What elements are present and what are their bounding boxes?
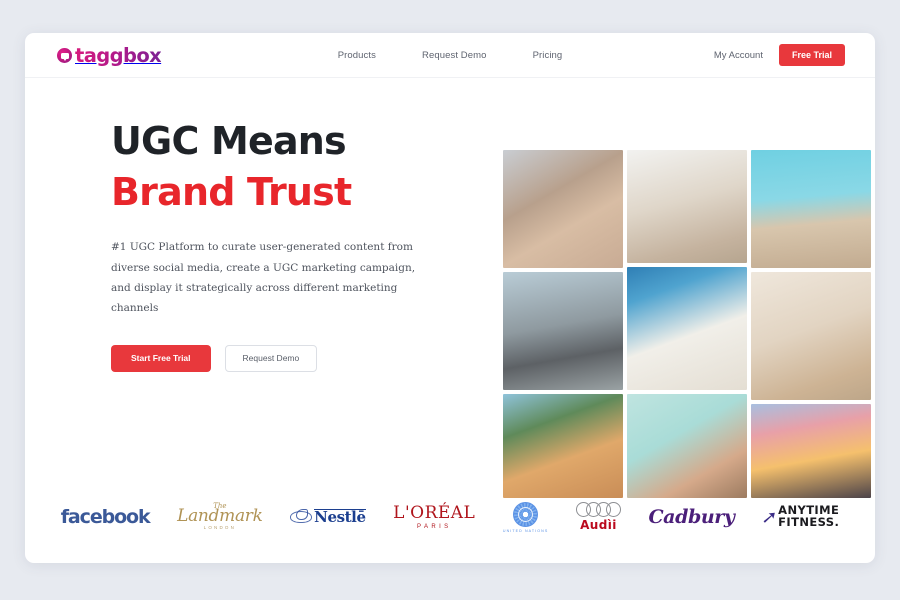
nestle-name: Nestlē <box>314 507 366 526</box>
audi-rings-icon <box>575 502 621 517</box>
free-trial-button[interactable]: Free Trial <box>778 44 845 66</box>
collage-column-2 <box>627 150 747 512</box>
birds-nest-icon <box>290 508 313 526</box>
running-man-icon: ➚ <box>760 506 779 527</box>
photo-cafe-interior[interactable] <box>627 150 747 263</box>
photo-seaside-brunch[interactable] <box>627 267 747 390</box>
hero-subtext: #1 UGC Platform to curate user-generated… <box>111 241 416 315</box>
headline-line-2: Brand Trust <box>111 169 352 214</box>
nav-item-request-demo[interactable]: Request Demo <box>422 50 487 61</box>
ugc-photo-collage <box>503 150 875 512</box>
client-logo-strip: facebook The Landmark LONDON Nestlē L'O… <box>25 471 875 563</box>
nav-item-products[interactable]: Products <box>338 50 376 61</box>
page-card: taggbox Products Request Demo Pricing My… <box>25 33 875 563</box>
header-actions: My Account Free Trial <box>714 44 845 66</box>
nav-item-pricing[interactable]: Pricing <box>533 50 563 61</box>
collage-column-3 <box>751 150 871 512</box>
un-emblem-icon <box>513 501 539 527</box>
landmark-city: LONDON <box>203 525 237 531</box>
brand-logo-loreal-paris: L'ORÉAL PARIS <box>393 502 476 530</box>
un-name: UNITED NATIONS <box>502 528 549 533</box>
brand-logo-united-nations: UNITED NATIONS <box>502 501 549 533</box>
hero-cta-group: Start Free Trial Request Demo <box>111 344 461 372</box>
page-title: UGC Means Brand Trust <box>111 116 461 217</box>
site-header: taggbox Products Request Demo Pricing My… <box>25 33 875 78</box>
brand-logo-audi: Audìi <box>575 502 621 532</box>
photo-cat-with-watch[interactable] <box>503 150 623 268</box>
photo-pearls-sandals-flatlay[interactable] <box>751 272 871 400</box>
request-demo-button[interactable]: Request Demo <box>224 344 318 372</box>
brand-logo-the-landmark-london: The Landmark LONDON <box>177 503 263 531</box>
brand-logo-anytime-fitness: ➚ ANYTIME FITNESS. <box>760 505 840 529</box>
landmark-name: Landmark <box>177 506 263 527</box>
loreal-paris: PARIS <box>416 523 452 530</box>
hero-copy: UGC Means Brand Trust #1 UGC Platform to… <box>111 116 461 372</box>
my-account-link[interactable]: My Account <box>714 50 763 61</box>
collage-column-1 <box>503 150 623 512</box>
photo-cyclist-beach[interactable] <box>751 150 871 268</box>
audi-name: Audìi <box>580 518 617 532</box>
brand-logo-nestle: Nestlē <box>290 507 366 526</box>
start-free-trial-button[interactable]: Start Free Trial <box>111 344 211 372</box>
brand-logo-facebook: facebook <box>60 506 151 528</box>
loreal-name: L'ORÉAL <box>393 502 476 523</box>
brand-logo-cadbury: Cadbury <box>648 506 735 528</box>
photo-skateboarder-street[interactable] <box>503 272 623 390</box>
headline-line-1: UGC Means <box>111 119 347 163</box>
hero-section: UGC Means Brand Trust #1 UGC Platform to… <box>25 78 875 498</box>
anytime-line-2: FITNESS. <box>778 515 840 529</box>
